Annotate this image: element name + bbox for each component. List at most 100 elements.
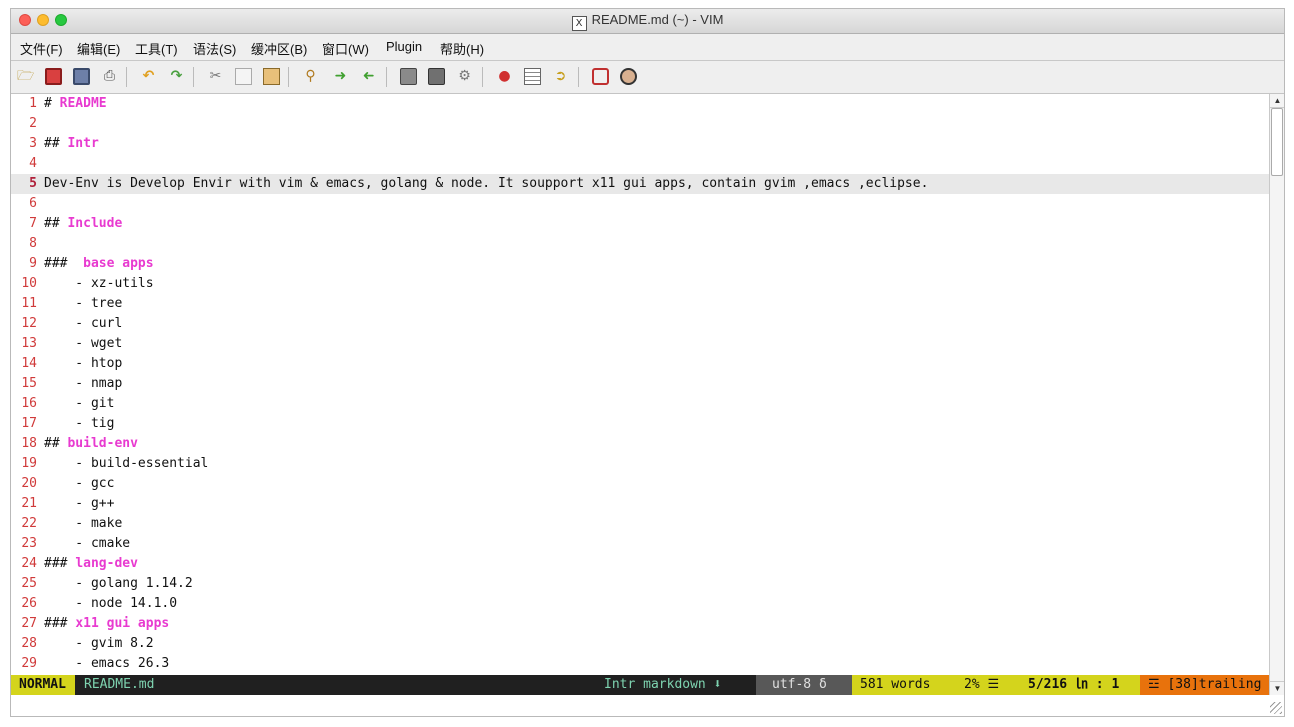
editor-line[interactable]: 26 - node 14.1.0 — [11, 594, 1269, 614]
find-next-icon[interactable]: ➜ — [332, 68, 349, 85]
line-text: - g++ — [44, 494, 114, 514]
editor-line[interactable]: 10 - xz-utils — [11, 274, 1269, 294]
scroll-thumb[interactable] — [1271, 108, 1283, 176]
plain-text: - gcc — [44, 476, 115, 491]
toolbar-separator — [482, 67, 483, 87]
editor-line[interactable]: 13 - wget — [11, 334, 1269, 354]
editor-line[interactable]: 22 - make — [11, 514, 1269, 534]
redo-icon[interactable]: ↷ — [168, 68, 185, 85]
line-number: 17 — [21, 416, 37, 431]
help-icon[interactable] — [592, 68, 609, 85]
scroll-down-arrow-icon[interactable]: ▼ — [1270, 681, 1284, 695]
word-count: 581 words — [852, 675, 948, 695]
menu-edit[interactable]: 编辑(E) — [77, 39, 120, 58]
print-icon[interactable]: ⎙ — [101, 68, 118, 85]
line-text: - cmake — [44, 534, 130, 554]
run-script-icon[interactable]: ⚙ — [456, 68, 473, 85]
menu-tools[interactable]: 工具(T) — [135, 39, 178, 58]
plain-text: # — [44, 96, 60, 111]
paste-icon[interactable] — [263, 68, 280, 85]
make-icon[interactable]: ● — [496, 68, 513, 85]
tags-jump-icon[interactable]: ➲ — [552, 68, 569, 85]
editor-line[interactable]: 19 - build-essential — [11, 454, 1269, 474]
line-number: 25 — [21, 576, 37, 591]
open-icon[interactable]: 🗁 — [17, 68, 34, 85]
save-icon[interactable] — [45, 68, 62, 85]
line-text: # README — [44, 94, 107, 114]
editor-line[interactable]: 27 ### x11 gui apps — [11, 614, 1269, 634]
x11-icon: X — [571, 16, 587, 31]
editor-line[interactable]: 15 - nmap — [11, 374, 1269, 394]
line-number: 15 — [21, 376, 37, 391]
line-text: - node 14.1.0 — [44, 594, 177, 614]
editor-line[interactable]: 20 - gcc — [11, 474, 1269, 494]
line-number: 16 — [21, 396, 37, 411]
shell-icon[interactable] — [524, 68, 541, 85]
menu-help[interactable]: 帮助(H) — [440, 39, 484, 58]
encoding: utf-8 δ — [756, 675, 852, 695]
editor-line[interactable]: 1 # README — [11, 94, 1269, 114]
line-number: 7 — [29, 216, 37, 231]
line-text: - emacs 26.3 — [44, 654, 169, 674]
line-number: 12 — [21, 316, 37, 331]
editor-line[interactable]: 23 - cmake — [11, 534, 1269, 554]
editor-line[interactable]: 25 - golang 1.14.2 — [11, 574, 1269, 594]
line-text: - htop — [44, 354, 122, 374]
vertical-scrollbar[interactable]: ▲ ▼ — [1269, 94, 1284, 695]
editor-line[interactable]: 5 Dev-Env is Develop Envir with vim & ema… — [11, 174, 1269, 194]
editor-line[interactable]: 9 ### base apps — [11, 254, 1269, 274]
menu-file[interactable]: 文件(F) — [20, 39, 63, 58]
editor-area[interactable]: 1 # README 2 3 ## Intr 4 5 Dev-Env is Develop E… — [11, 94, 1269, 674]
menu-window[interactable]: 窗口(W) — [322, 39, 369, 58]
command-line[interactable] — [11, 695, 1284, 716]
save-session-icon[interactable] — [428, 68, 445, 85]
filename: README.md — [84, 677, 155, 692]
copy-icon[interactable] — [235, 68, 252, 85]
editor-line[interactable]: 17 - tig — [11, 414, 1269, 434]
cut-icon[interactable]: ✂ — [207, 68, 224, 85]
line-number: 8 — [29, 236, 37, 251]
plain-text: - tig — [44, 416, 115, 431]
find-replace-icon[interactable]: ⚲ — [302, 68, 319, 85]
undo-icon[interactable]: ↶ — [140, 68, 157, 85]
editor-line[interactable]: 21 - g++ — [11, 494, 1269, 514]
line-text: Dev-Env is Develop Envir with vim & emac… — [44, 174, 928, 194]
trailing-whitespace-warning: ☲ [38]trailing — [1140, 675, 1269, 695]
menu-plugin[interactable]: Plugin — [386, 39, 422, 54]
line-number: 27 — [21, 616, 37, 631]
save-all-icon[interactable] — [73, 68, 90, 85]
editor-line[interactable]: 11 - tree — [11, 294, 1269, 314]
line-number: 24 — [21, 556, 37, 571]
line-number: 21 — [21, 496, 37, 511]
load-session-icon[interactable] — [400, 68, 417, 85]
line-number: 14 — [21, 356, 37, 371]
editor-line[interactable]: 16 - git — [11, 394, 1269, 414]
editor-line[interactable]: 29 - emacs 26.3 — [11, 654, 1269, 674]
plain-text: - build-essential — [44, 456, 209, 471]
find-prev-icon[interactable]: ➜ — [360, 68, 377, 85]
line-text: - tig — [44, 414, 114, 434]
find-help-icon[interactable] — [620, 68, 637, 85]
editor-line[interactable]: 14 - htop — [11, 354, 1269, 374]
editor-line[interactable]: 8 — [11, 234, 1269, 254]
editor-line[interactable]: 2 — [11, 114, 1269, 134]
editor-line[interactable]: 28 - gvim 8.2 — [11, 634, 1269, 654]
toolbar-separator — [578, 67, 579, 87]
editor-line[interactable]: 18 ## build-env — [11, 434, 1269, 454]
editor-line[interactable]: 6 — [11, 194, 1269, 214]
title-bar[interactable]: X README.md (~) - VIM — [11, 9, 1284, 34]
editor-line[interactable]: 3 ## Intr — [11, 134, 1269, 154]
plain-text: - node 14.1.0 — [44, 596, 178, 611]
section-filetype: Intr markdown ⬇ — [595, 675, 743, 695]
plain-text: - nmap — [44, 376, 123, 391]
line-number: 22 — [21, 516, 37, 531]
scroll-up-arrow-icon[interactable]: ▲ — [1270, 94, 1284, 108]
editor-line[interactable]: 4 — [11, 154, 1269, 174]
menu-buffers[interactable]: 缓冲区(B) — [251, 39, 307, 58]
toolbar-separator — [193, 67, 194, 87]
editor-line[interactable]: 12 - curl — [11, 314, 1269, 334]
resize-grip-icon[interactable] — [1270, 702, 1282, 714]
editor-line[interactable]: 24 ### lang-dev — [11, 554, 1269, 574]
menu-syntax[interactable]: 语法(S) — [193, 39, 236, 58]
editor-line[interactable]: 7 ## Include — [11, 214, 1269, 234]
